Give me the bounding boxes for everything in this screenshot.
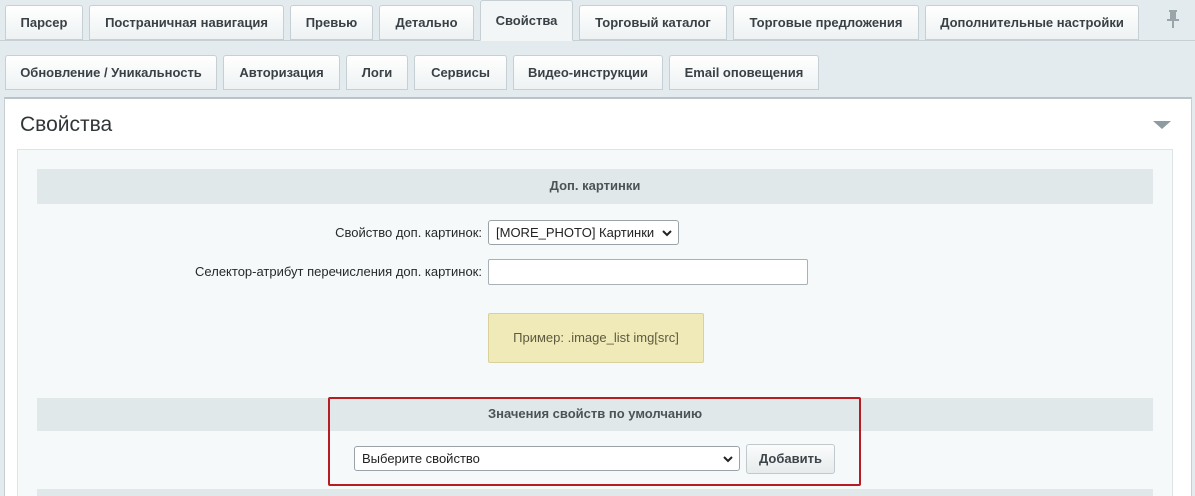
tab-properties[interactable]: Свойства <box>480 0 573 41</box>
tab-detail[interactable]: Детально <box>379 5 474 40</box>
section-header-defaults: Значения свойств по умолчанию <box>37 398 1153 431</box>
property-select[interactable]: [MORE_PHOTO] Картинки <box>488 220 679 245</box>
tab-email-notifications[interactable]: Email оповещения <box>669 55 819 90</box>
chevron-down-icon <box>662 230 672 237</box>
selector-label: Селектор-атрибут перечисления доп. карти… <box>195 264 482 279</box>
chevron-down-icon <box>723 456 733 463</box>
tab-services[interactable]: Сервисы <box>414 55 507 90</box>
tab-trade-offers[interactable]: Торговые предложения <box>733 5 919 40</box>
property-select-value: [MORE_PHOTO] Картинки <box>496 225 655 240</box>
page-title: Свойства <box>20 113 113 136</box>
tab-pagination[interactable]: Постраничная навигация <box>89 5 284 40</box>
add-button[interactable]: Добавить <box>746 444 835 474</box>
section-header-extra-images: Доп. картинки <box>37 169 1153 204</box>
tab-update-uniqueness[interactable]: Обновление / Уникальность <box>5 55 217 90</box>
tab-preview[interactable]: Превью <box>290 5 373 40</box>
tab-trade-catalog[interactable]: Торговый каталог <box>579 5 727 40</box>
settings-area: Доп. картинки Свойство доп. картинок: [M… <box>17 149 1173 496</box>
tab-parser[interactable]: Парсер <box>5 5 83 40</box>
tab-authorization[interactable]: Авторизация <box>223 55 340 90</box>
hint-example: Пример: .image_list img[src] <box>488 313 704 363</box>
default-property-select-value: Выберите свойство <box>362 451 480 466</box>
tabs-row-secondary: Обновление / Уникальность Авторизация Ло… <box>0 55 1195 90</box>
tab-logs[interactable]: Логи <box>346 55 408 90</box>
properties-panel: Свойства Доп. картинки Свойство доп. кар… <box>4 97 1192 496</box>
section-header-next <box>37 489 1153 496</box>
tabs-row-primary: Парсер Постраничная навигация Превью Дет… <box>0 0 1195 41</box>
tab-video-instructions[interactable]: Видео-инструкции <box>513 55 663 90</box>
default-property-select[interactable]: Выберите свойство <box>354 446 740 471</box>
selector-input[interactable] <box>488 259 808 285</box>
tab-additional-settings[interactable]: Дополнительные настройки <box>925 5 1139 40</box>
pin-icon[interactable] <box>1163 8 1183 30</box>
collapse-arrow-icon[interactable] <box>1153 121 1171 129</box>
tabs-divider <box>0 40 1195 41</box>
property-label: Свойство доп. картинок: <box>335 225 482 240</box>
